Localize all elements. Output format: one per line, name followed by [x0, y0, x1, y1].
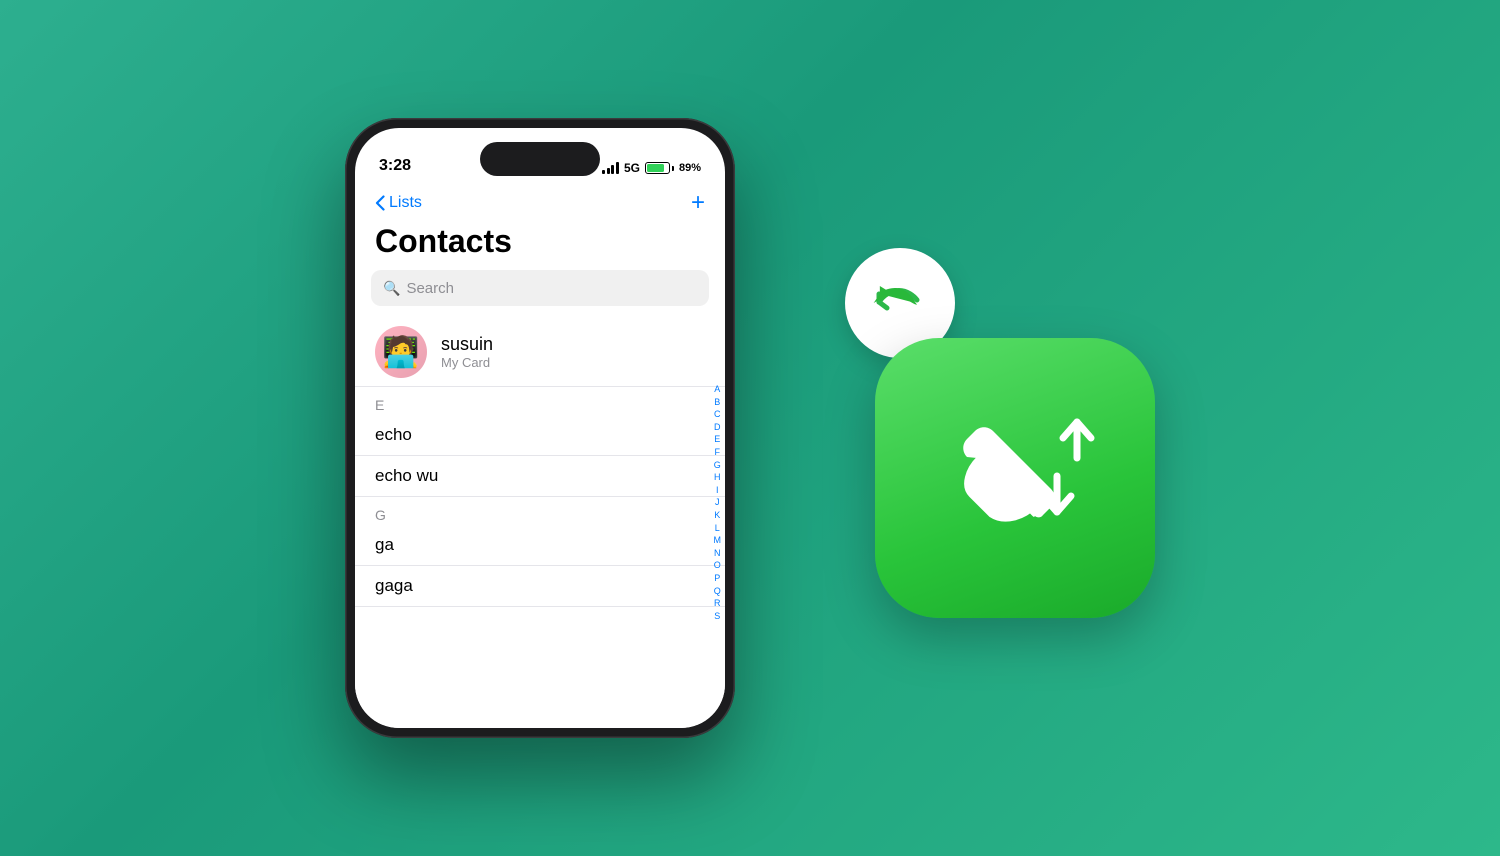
alpha-n[interactable]: N [714, 547, 721, 560]
search-icon: 🔍 [383, 280, 400, 297]
alpha-q[interactable]: Q [714, 585, 721, 598]
battery-indicator [645, 162, 674, 174]
alpha-m[interactable]: M [714, 534, 722, 547]
contact-row-ga[interactable]: ga [355, 525, 725, 566]
battery-fill [647, 164, 664, 172]
my-card-name: susuin [441, 334, 493, 355]
status-time: 3:28 [379, 157, 411, 175]
page-title: Contacts [355, 219, 725, 270]
my-card-row[interactable]: 🧑‍💻 susuin My Card [355, 318, 725, 387]
alpha-d[interactable]: D [714, 421, 721, 434]
section-header-e: E [355, 387, 725, 415]
avatar-emoji: 🧑‍💻 [382, 335, 419, 370]
scene: 3:28 5G 89% [0, 0, 1500, 856]
status-icons: 5G 89% [602, 161, 701, 175]
alpha-e[interactable]: E [714, 433, 720, 446]
network-type-label: 5G [624, 161, 640, 175]
dynamic-island [480, 142, 600, 176]
contacts-screen: Lists + Contacts 🔍 Search 🧑‍💻 [355, 183, 725, 728]
alpha-s[interactable]: S [714, 610, 720, 623]
alpha-r[interactable]: R [714, 597, 721, 610]
app-icon-area [835, 238, 1155, 618]
phone-mockup: 3:28 5G 89% [345, 118, 735, 738]
nav-bar: Lists + [355, 183, 725, 219]
phone-frame: 3:28 5G 89% [345, 118, 735, 738]
battery-percent-label: 89% [679, 162, 701, 174]
signal-bars-icon [602, 162, 619, 174]
back-button[interactable]: Lists [375, 194, 422, 212]
reply-icon-svg [869, 272, 931, 334]
avatar: 🧑‍💻 [375, 326, 427, 378]
contact-row-gaga[interactable]: gaga [355, 566, 725, 607]
add-contact-button[interactable]: + [691, 191, 705, 215]
alpha-j[interactable]: J [715, 496, 720, 509]
search-placeholder-label: Search [406, 280, 454, 297]
alpha-h[interactable]: H [714, 471, 721, 484]
battery-tip [672, 166, 674, 171]
alpha-a[interactable]: A [714, 383, 720, 396]
alpha-g[interactable]: G [714, 459, 721, 472]
battery-body [645, 162, 670, 174]
back-label: Lists [389, 194, 422, 212]
section-header-g: G [355, 497, 725, 525]
alpha-b[interactable]: B [714, 396, 720, 409]
alpha-f[interactable]: F [715, 446, 721, 459]
alpha-c[interactable]: C [714, 408, 721, 421]
app-icon [875, 338, 1155, 618]
contact-row-echo[interactable]: echo [355, 415, 725, 456]
alpha-p[interactable]: P [714, 572, 720, 585]
search-bar[interactable]: 🔍 Search [371, 270, 709, 306]
phone-sync-icon [915, 378, 1115, 578]
alpha-l[interactable]: L [715, 522, 720, 535]
alpha-o[interactable]: O [714, 559, 721, 572]
alphabet-index[interactable]: A B C D E F G H I J K L M N O [714, 383, 722, 622]
my-card-label: My Card [441, 355, 493, 370]
alpha-k[interactable]: K [714, 509, 720, 522]
contact-row-echo-wu[interactable]: echo wu [355, 456, 725, 497]
my-card-info: susuin My Card [441, 334, 493, 370]
alpha-i[interactable]: I [716, 484, 719, 497]
chevron-left-icon [375, 195, 385, 211]
phone-screen: 3:28 5G 89% [355, 128, 725, 728]
